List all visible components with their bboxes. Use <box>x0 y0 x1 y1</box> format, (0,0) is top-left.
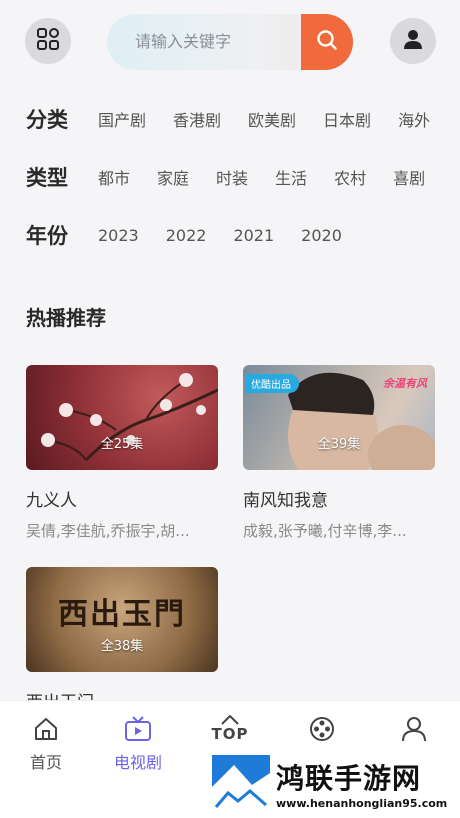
drama-poster[interactable]: 全25集 <box>26 365 218 470</box>
watermark: 鸿联手游网 www.henanhonglian95.com <box>212 755 460 818</box>
nav-label: 电视剧 <box>113 753 162 772</box>
drama-card[interactable]: 全25集 九义人 吴倩,李佳航,乔振宇,胡... <box>26 365 218 541</box>
episode-count: 全38集 <box>100 639 144 654</box>
filter-option[interactable]: 日本剧 <box>323 107 371 131</box>
tv-icon <box>98 715 178 743</box>
search-input[interactable]: 请输入关键字 <box>135 14 231 70</box>
user-icon <box>402 28 424 54</box>
category-menu-button[interactable] <box>25 18 71 64</box>
poster-title-text: 西出玉門 <box>58 597 186 632</box>
drama-title[interactable]: 南风知我意 <box>243 486 435 511</box>
nav-home[interactable]: 首页 <box>6 715 86 773</box>
filter-title: 类型 <box>26 166 68 190</box>
filter-row-genre: 类型 都市 家庭 时装 生活 农村 喜剧 <box>26 159 452 195</box>
section-title: 热播推荐 <box>26 306 106 330</box>
watermark-logo-icon <box>212 755 270 813</box>
filter-option[interactable]: 2020 <box>301 226 342 245</box>
home-icon <box>6 715 86 743</box>
filter-option[interactable]: 都市 <box>98 165 130 189</box>
producer-badge: 优酷出品 <box>245 374 299 393</box>
nav-movie[interactable] <box>282 715 362 749</box>
top-icon: TOP <box>190 715 270 743</box>
search-bar[interactable]: 请输入关键字 <box>107 14 353 70</box>
filter-option[interactable]: 海外 <box>398 107 430 131</box>
filter-title: 分类 <box>26 108 68 132</box>
nav-tv[interactable]: 电视剧 <box>98 715 178 773</box>
filter-option[interactable]: 时装 <box>216 165 248 189</box>
filter-option[interactable]: 香港剧 <box>173 107 221 131</box>
filter-row-category: 分类 国产剧 香港剧 欧美剧 日本剧 海外 <box>26 101 457 137</box>
header: 请输入关键字 <box>0 0 460 84</box>
top-label: TOP <box>211 725 249 743</box>
filter-option[interactable]: 2021 <box>233 226 274 245</box>
nav-top[interactable]: TOP <box>190 715 270 743</box>
episode-count: 全39集 <box>317 437 361 452</box>
search-button[interactable] <box>301 14 353 70</box>
filter-row-year: 年份 2023 2022 2021 2020 <box>26 217 369 253</box>
drama-card[interactable]: 优酷出品 余温有风 全39集 南风知我意 成毅,张予曦,付辛博,李... <box>243 365 435 541</box>
drama-poster[interactable]: 优酷出品 余温有风 全39集 <box>243 365 435 470</box>
watermark-title: 鸿联手游网 <box>276 762 422 795</box>
filter-option[interactable]: 2023 <box>98 226 139 245</box>
grid-icon <box>36 27 60 55</box>
filter-title: 年份 <box>26 224 68 248</box>
show-logo: 余温有风 <box>383 377 427 390</box>
watermark-url: www.henanhonglian95.com <box>276 797 448 810</box>
filter-option[interactable]: 国产剧 <box>98 107 146 131</box>
filter-option[interactable]: 家庭 <box>157 165 189 189</box>
drama-cast: 成毅,张予曦,付辛博,李... <box>243 522 407 540</box>
nav-profile[interactable] <box>374 715 454 749</box>
film-reel-icon <box>282 715 362 743</box>
user-icon <box>374 715 454 743</box>
profile-button[interactable] <box>390 18 436 64</box>
filter-option[interactable]: 喜剧 <box>393 165 425 189</box>
filter-option[interactable]: 欧美剧 <box>248 107 296 131</box>
drama-card[interactable]: 西出玉門 全38集 西出玉门 <box>26 567 218 713</box>
nav-label: 首页 <box>29 753 62 772</box>
search-icon <box>316 29 338 55</box>
drama-poster[interactable]: 西出玉門 全38集 <box>26 567 218 672</box>
episode-count: 全25集 <box>100 437 144 452</box>
filter-option[interactable]: 农村 <box>334 165 366 189</box>
drama-cast: 吴倩,李佳航,乔振宇,胡... <box>26 522 190 540</box>
filter-option[interactable]: 2022 <box>166 226 207 245</box>
drama-title[interactable]: 九义人 <box>26 486 218 511</box>
filter-option[interactable]: 生活 <box>275 165 307 189</box>
